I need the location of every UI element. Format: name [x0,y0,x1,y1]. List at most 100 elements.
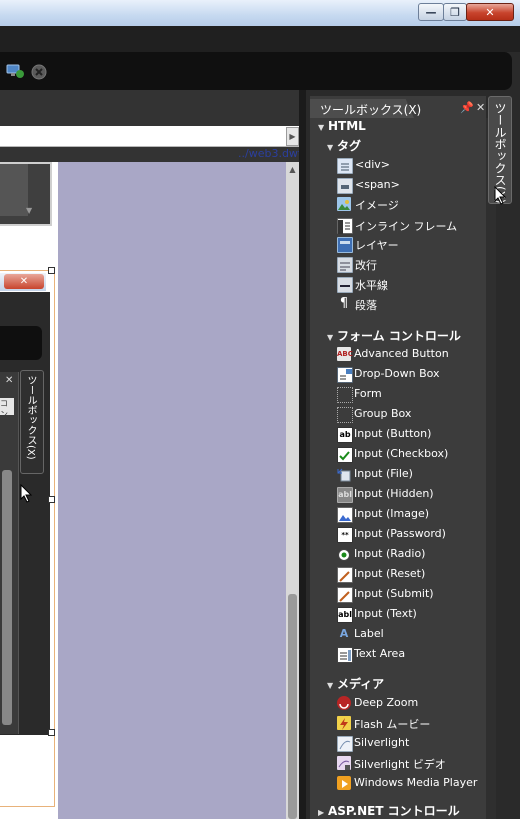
toolbox-item-input-button[interactable]: Input (Button) [354,427,431,440]
minimize-button[interactable]: — [418,3,444,21]
category-html[interactable]: ▼ HTML [318,119,366,133]
line-break-icon [337,257,353,273]
category-label: ASP.NET コントロール [328,804,460,818]
toolbox-item-dropdown-box[interactable]: Drop-Down Box [354,367,440,380]
category-media[interactable]: ▼ メディア [327,675,384,692]
editor-tab-strip [0,126,299,147]
scroll-down-icon: ▼ [26,206,33,215]
scrollbar-thumb[interactable] [288,594,297,819]
expand-arrow-icon: ▼ [318,123,325,132]
silverlight-video-icon [337,756,351,770]
category-form-controls[interactable]: ▼ フォーム コントロール [327,327,461,344]
toolbox-item-deep-zoom[interactable]: Deep Zoom [354,696,418,709]
toolbox-item-input-password[interactable]: Input (Password) [354,527,446,540]
stop-icon[interactable] [31,64,47,80]
close-icon[interactable]: ✕ [476,101,485,114]
category-tags[interactable]: ▼ タグ [327,137,361,154]
toolbox-item-line-break[interactable]: 改行 [355,257,377,273]
resize-handle[interactable] [48,496,55,503]
toolbox-scrollbar[interactable] [486,118,496,819]
toolbox-item-input-checkbox[interactable]: Input (Checkbox) [354,447,448,460]
toolbox-item-input-reset[interactable]: Input (Reset) [354,567,425,580]
network-icon[interactable] [6,63,24,79]
toolbox-item-input-text[interactable]: Input (Text) [354,607,417,620]
toolbox-item-label[interactable]: Label [354,627,384,640]
toolbox-item-horizontal-line[interactable]: 水平線 [355,277,388,293]
windows-media-player-icon [337,776,351,790]
input-text-icon: abl [337,607,353,623]
toolbox-item-span[interactable]: <span> [355,178,400,191]
embedded-toolbox-side-tab-label: ツールボックス(X) [25,375,36,460]
input-submit-icon [337,587,353,603]
toolbox-item-text-area[interactable]: Text Area [354,647,405,660]
silverlight-icon [337,736,353,752]
close-window-button[interactable]: ✕ [466,3,514,21]
toolbox-item-silverlight-video[interactable]: Silverlight ビデオ [354,756,446,772]
toolbox-item-silverlight[interactable]: Silverlight [354,736,409,749]
maximize-button[interactable]: ❐ [443,3,467,21]
design-surface[interactable] [58,162,286,819]
toolbox-item-windows-media-player[interactable]: Windows Media Player [354,776,477,789]
group-box-icon [337,407,353,423]
form-icon [337,387,353,403]
file-path-link[interactable]: ../web3.dwt [238,147,302,160]
span-icon [337,178,353,194]
toolbox-item-paragraph[interactable]: 段落 [355,297,377,313]
input-checkbox-icon [337,447,353,463]
collapse-arrow-icon: ▶ [318,808,325,817]
horizontal-line-icon [337,277,353,293]
embedded-cursor-icon [20,484,33,503]
category-label: HTML [328,119,366,133]
paragraph-icon: ¶ [339,296,349,311]
label-icon: A [339,627,349,640]
input-hidden-icon: abl [337,487,353,503]
toolbox-item-input-file[interactable]: Input (File) [354,467,413,480]
input-reset-icon [337,567,353,583]
advanced-button-icon: ABC [337,347,353,361]
app-header-strip [0,26,520,52]
toolbox-item-input-radio[interactable]: Input (Radio) [354,547,425,560]
embedded-image-top-inner [0,164,28,216]
toolbox-item-layer[interactable]: レイヤー [355,237,399,253]
mouse-cursor-icon [494,186,507,205]
resize-handle[interactable] [48,267,55,274]
div-icon [337,158,353,174]
toolbox-item-form[interactable]: Form [354,387,382,400]
resize-handle[interactable] [48,729,55,736]
input-file-icon [337,467,351,482]
embedded-toolbar [0,326,42,360]
category-aspnet-controls[interactable]: ▶ ASP.NET コントロール [318,802,460,819]
expand-arrow-icon: ▼ [327,681,334,690]
toolbox-item-advanced-button[interactable]: Advanced Button [354,347,449,360]
toolbox-item-input-image[interactable]: Input (Image) [354,507,429,520]
input-button-icon: ab [337,427,353,443]
text-area-icon [337,647,353,663]
toolbox-item-inline-frame[interactable]: インライン フレーム [355,218,457,234]
category-label: フォーム コントロール [337,329,461,343]
category-label: メディア [337,677,385,691]
close-icon: ✕ [485,5,495,19]
toolbox-item-input-submit[interactable]: Input (Submit) [354,587,434,600]
pin-icon[interactable]: 📌 [460,101,474,114]
image-icon [337,197,351,211]
toolbox-item-flash-movie[interactable]: Flash ムービー [354,716,430,732]
category-label: タグ [337,139,362,153]
embedded-close-icon: ✕ [4,274,44,289]
scroll-up-icon[interactable]: ▲ [287,165,298,177]
toolbox-item-div[interactable]: <div> [355,158,390,171]
input-password-icon: ** [337,527,353,543]
toolbox-item-group-box[interactable]: Group Box [354,407,411,420]
layer-icon [337,237,353,253]
panel-splitter[interactable] [299,90,306,819]
scroll-right-icon[interactable]: ▶ [286,127,299,146]
deep-zoom-icon [337,696,351,710]
toolbox-item-input-hidden[interactable]: Input (Hidden) [354,487,434,500]
toolbox-title: ツールボックス(X) [320,103,422,117]
toolbox-item-image[interactable]: イメージ [355,197,399,213]
embedded-list-item: コン [0,398,14,415]
flash-movie-icon [337,716,351,730]
embedded-scrollbar [2,470,12,725]
input-radio-icon [337,547,351,561]
embedded-panel-close-icon: ✕ [5,375,14,386]
inline-frame-icon [337,218,353,234]
